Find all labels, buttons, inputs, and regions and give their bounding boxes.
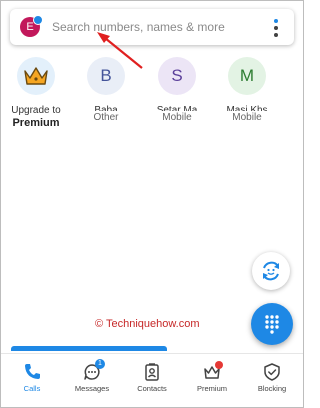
tab-calls-label: Calls	[23, 384, 41, 393]
dialpad-icon	[265, 315, 279, 334]
tab-messages-label: Messages	[74, 384, 110, 393]
tab-calls[interactable]: Calls	[2, 354, 62, 407]
assistant-icon	[263, 261, 279, 281]
search-input[interactable]	[52, 18, 262, 36]
messages-badge: 1	[95, 359, 105, 369]
favorite-name: Upgrade to	[11, 105, 61, 116]
crown-icon	[17, 57, 55, 95]
avatar-initial: E	[26, 21, 34, 33]
favorite-upgrade-premium[interactable]: Upgrade to Premium	[1, 57, 71, 137]
assistant-button[interactable]	[252, 252, 290, 290]
shield-check-icon	[264, 363, 280, 381]
tab-premium-label: Premium	[196, 384, 227, 393]
contact-avatar: S	[158, 57, 196, 95]
tab-blocking[interactable]: Blocking	[242, 354, 302, 407]
favorite-label: Other	[93, 112, 119, 123]
phone-icon	[25, 364, 40, 379]
snackbar-edge	[11, 346, 167, 351]
favorite-subtitle: Premium	[12, 117, 60, 129]
bottom-nav: Calls 1 Messages Contacts Premium Blocki…	[1, 353, 303, 407]
tab-blocking-label: Blocking	[257, 384, 287, 393]
avatar[interactable]: E	[20, 15, 43, 37]
favorite-name: Masi Khs	[226, 105, 268, 111]
app-screen: E Upgrade to Premium B Baba Other S Seta…	[0, 0, 304, 408]
favorite-label: Mobile	[232, 112, 262, 123]
contact-avatar: M	[228, 57, 266, 95]
premium-notification-dot	[215, 361, 223, 369]
contact-avatar: B	[87, 57, 125, 95]
favorite-contact[interactable]: M Masi Khs Mobile	[212, 57, 282, 137]
favorite-label: Mobile	[162, 112, 192, 123]
more-options-icon[interactable]	[272, 19, 280, 37]
tab-contacts-label: Contacts	[137, 384, 167, 393]
tab-contacts[interactable]: Contacts	[122, 354, 182, 407]
favorite-contact[interactable]: B Baba Other	[71, 57, 141, 137]
contacts-icon	[145, 363, 159, 381]
dialpad-button[interactable]	[251, 303, 293, 345]
tab-premium[interactable]: Premium	[182, 354, 242, 407]
notification-dot	[33, 15, 43, 25]
search-bar[interactable]: E	[10, 9, 294, 45]
favorite-name: Baba	[94, 105, 118, 111]
favorite-contact[interactable]: S Setar Ma Mobile	[142, 57, 212, 137]
watermark: © Techniquehow.com	[95, 318, 200, 330]
tab-messages[interactable]: 1 Messages	[62, 354, 122, 407]
favorite-name: Setar Ma	[156, 105, 198, 111]
